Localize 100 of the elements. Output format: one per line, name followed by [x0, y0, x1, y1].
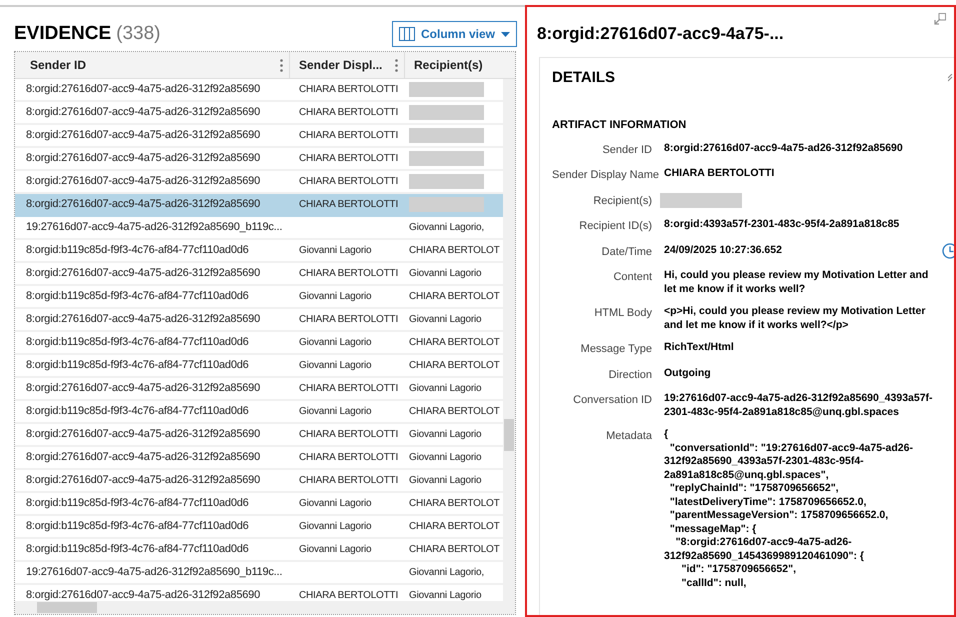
- table-cell: 8:orgid:27616d07-acc9-4a75-ad26-312f92a85690: [26, 106, 260, 118]
- table-cell: Giovanni Lagorio: [409, 429, 482, 440]
- field-label: Message Type: [580, 343, 652, 355]
- table-cell: 8:orgid:b119c85d-f9f3-4c76-af84-77cf110ad0d6: [26, 520, 249, 532]
- detail-title: 8:orgid:27616d07-acc9-4a75-...: [537, 23, 784, 45]
- table-cell: 8:orgid:b119c85d-f9f3-4c76-af84-77cf110ad0d6: [26, 244, 249, 256]
- table-cell: CHIARA BERTOLOTTI: [299, 268, 398, 280]
- column-header[interactable]: Recipient(s): [405, 52, 503, 78]
- table-cell: Giovanni Lagorio,: [409, 567, 484, 578]
- table-cell: CHIARA BERTOLOT: [409, 498, 500, 510]
- table-cell: CHIARA BERTOLOTTI: [299, 475, 398, 486]
- table-cell: CHIARA BERTOLOTTI: [299, 452, 398, 464]
- table-cell: 8:orgid:27616d07-acc9-4a75-ad26-312f92a85690: [26, 267, 260, 280]
- table-cell: Giovanni Lagorio: [409, 475, 482, 486]
- table-cell: CHIARA BERTOLOTTI: [299, 84, 398, 96]
- table-cell: CHIARA BERTOLOTTI: [299, 107, 398, 118]
- table-cell: 8:orgid:27616d07-acc9-4a75-ad26-312f92a85690: [26, 129, 260, 142]
- field-label: Recipient(s): [593, 194, 652, 206]
- table-cell: CHIARA BERTOLOT: [409, 360, 500, 372]
- table-cell: Giovanni Lagorio: [409, 590, 482, 601]
- table-cell: 19:27616d07-acc9-4a75-ad26-312f92a85690_b119c...: [26, 221, 282, 234]
- field-value: <p>Hi, could you please review my Motivation Letter and let me know if it works well?</p>: [664, 305, 926, 330]
- table-cell: Giovanni Lagorio: [409, 383, 482, 394]
- field-value: 19:27616d07-acc9-4a75-ad26-312f92a85690_4393a57f-2301-483c-95f4-2a891a818c85@unq.gbl.spaces: [664, 392, 933, 418]
- field-label: Sender ID: [602, 144, 652, 156]
- field-label: Recipient ID(s): [579, 220, 652, 232]
- table-cell: 8:orgid:27616d07-acc9-4a75-ad26-312f92a85690: [26, 589, 260, 601]
- table-row[interactable]: 8:orgid:27616d07-acc9-4a75-ad26-312f92a85690 CHIARA BERTOLOTTI: [15, 102, 503, 125]
- table-row[interactable]: 8:orgid:27616d07-acc9-4a75-ad26-312f92a85690 CHIARA BERTOLOTTI: [15, 194, 503, 217]
- table-cell: Giovanni Lagorio: [299, 245, 372, 256]
- table-cell: CHIARA BERTOLOTTI: [299, 176, 398, 188]
- table-row[interactable]: 8:orgid:27616d07-acc9-4a75-ad26-312f92a85690 CHIARA BERTOLOTTI: [15, 125, 503, 148]
- field-value: Hi, could you please review my Motivation Letter and let me know if it works well?: [664, 269, 928, 294]
- field-label: Metadata: [606, 430, 652, 442]
- field-value: CHIARA BERTOLOTTI: [664, 167, 774, 179]
- field-label: HTML Body: [594, 307, 652, 319]
- table-cell: 8:orgid:b119c85d-f9f3-4c76-af84-77cf110ad0d6: [26, 405, 249, 418]
- column-header[interactable]: Sender Displ...: [290, 52, 405, 78]
- field-label: Conversation ID: [573, 394, 652, 406]
- more-icon[interactable]: [395, 58, 398, 72]
- field-label: Date/Time: [602, 246, 652, 258]
- table-cell: 8:orgid:b119c85d-f9f3-4c76-af84-77cf110ad0d6: [26, 290, 249, 302]
- table-cell: 8:orgid:b119c85d-f9f3-4c76-af84-77cf110ad0d6: [26, 359, 249, 372]
- table-cell: 8:orgid:27616d07-acc9-4a75-ad26-312f92a85690: [26, 474, 260, 486]
- table-row[interactable]: 8:orgid:27616d07-acc9-4a75-ad26-312f92a85690 CHIARA BERTOLOTTI: [15, 171, 503, 194]
- table-cell: 8:orgid:27616d07-acc9-4a75-ad26-312f92a85690: [26, 83, 260, 96]
- table-row[interactable]: 8:orgid:27616d07-acc9-4a75-ad26-312f92a85690 CHIARA BERTOLOTTI: [15, 148, 503, 171]
- table-cell: 19:27616d07-acc9-4a75-ad26-312f92a85690_b119c...: [26, 566, 282, 578]
- table-cell: 8:orgid:27616d07-acc9-4a75-ad26-312f92a85690: [26, 451, 260, 464]
- more-icon[interactable]: [280, 58, 283, 72]
- table-cell: Giovanni Lagorio: [409, 452, 482, 464]
- field-value: RichText/Html: [664, 341, 734, 353]
- collapse-icon[interactable]: [948, 74, 954, 82]
- table-cell: CHIARA BERTOLOTTI: [299, 590, 398, 601]
- table-cell: Giovanni Lagorio,: [409, 222, 484, 234]
- table-cell: CHIARA BERTOLOT: [409, 291, 500, 302]
- table-cell: 8:orgid:27616d07-acc9-4a75-ad26-312f92a85690: [26, 175, 260, 188]
- table-cell: 8:orgid:27616d07-acc9-4a75-ad26-312f92a85690: [26, 152, 260, 164]
- table-cell: Giovanni Lagorio: [299, 498, 372, 510]
- clock-icon[interactable]: [942, 242, 954, 258]
- table-cell: Giovanni Lagorio: [299, 337, 372, 348]
- table-cell: 8:orgid:b119c85d-f9f3-4c76-af84-77cf110ad0d6: [26, 497, 249, 510]
- table-cell: 8:orgid:b119c85d-f9f3-4c76-af84-77cf110ad0d6: [26, 543, 249, 556]
- table-cell: CHIARA BERTOLOTTI: [299, 130, 398, 142]
- table-cell: 8:orgid:27616d07-acc9-4a75-ad26-312f92a85690: [26, 198, 260, 210]
- popout-icon[interactable]: [934, 13, 946, 25]
- table-cell: Giovanni Lagorio: [299, 544, 372, 556]
- field-value: 8:orgid:27616d07-acc9-4a75-ad26-312f92a85690: [664, 142, 903, 154]
- item-count: (338): [116, 22, 160, 46]
- column-header[interactable]: Sender ID: [15, 52, 290, 78]
- table-cell: Giovanni Lagorio: [299, 521, 372, 532]
- table-cell: CHIARA BERTOLOTTI: [299, 383, 398, 394]
- vertical-scrollbar[interactable]: [503, 79, 515, 601]
- table-cell: Giovanni Lagorio: [299, 291, 372, 302]
- column-view-button[interactable]: Column view: [392, 21, 517, 47]
- table-cell: 8:orgid:27616d07-acc9-4a75-ad26-312f92a85690: [26, 313, 260, 326]
- table-cell: Giovanni Lagorio: [409, 268, 482, 280]
- scroll-thumb[interactable]: [504, 419, 514, 451]
- table-cell: Giovanni Lagorio: [299, 360, 372, 372]
- horizontal-scrollbar[interactable]: [15, 601, 515, 614]
- field-value: Outgoing: [664, 366, 711, 378]
- scroll-thumb[interactable]: [37, 602, 97, 613]
- table-cell: CHIARA BERTOLOTTI: [299, 314, 398, 326]
- table-cell: CHIARA BERTOLOT: [409, 337, 500, 348]
- caret-icon: [501, 32, 510, 36]
- table-cell: CHIARA BERTOLOTTI: [299, 429, 398, 440]
- field-value: 8:orgid:4393a57f-2301-483c-95f4-2a891a818c85: [664, 218, 900, 230]
- field-value: 24/09/2025 10:27:36.652: [664, 244, 782, 256]
- table-cell: CHIARA BERTOLOT: [409, 245, 500, 256]
- table-cell: Giovanni Lagorio: [299, 406, 372, 418]
- table-cell: CHIARA BERTOLOT: [409, 521, 500, 532]
- table-cell: CHIARA BERTOLOT: [409, 406, 500, 418]
- table-cell: 8:orgid:27616d07-acc9-4a75-ad26-312f92a85690: [26, 428, 260, 440]
- field-label: Sender Display Name: [552, 169, 659, 181]
- card-title: DETAILS: [552, 68, 616, 88]
- table-cell: 8:orgid:b119c85d-f9f3-4c76-af84-77cf110ad0d6: [26, 336, 249, 348]
- table-cell: CHIARA BERTOLOTTI: [299, 199, 398, 210]
- table-cell: Giovanni Lagorio: [409, 314, 482, 326]
- section-title: ARTIFACT INFORMATION: [552, 118, 688, 133]
- table-row[interactable]: 8:orgid:27616d07-acc9-4a75-ad26-312f92a85690 CHIARA BERTOLOTTI: [15, 79, 503, 102]
